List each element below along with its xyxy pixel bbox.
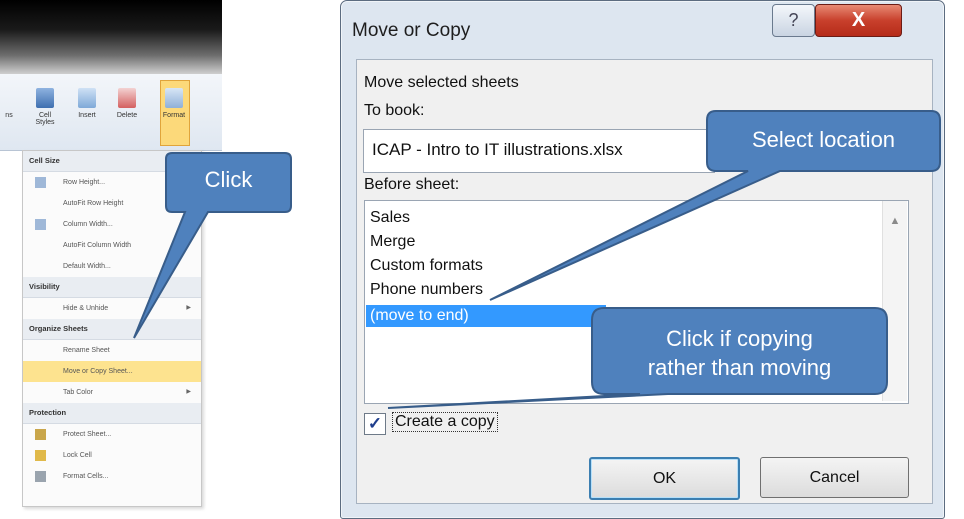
- partial-icon: [0, 88, 18, 108]
- format-menu: Cell Size Row Height... AutoFit Row Heig…: [22, 150, 202, 507]
- row-height-icon: [35, 177, 46, 188]
- scroll-up-arrow-icon[interactable]: ▲: [883, 215, 907, 227]
- lock-icon: [35, 450, 46, 461]
- sheet-list-item[interactable]: Phone numbers: [370, 279, 483, 301]
- format-button[interactable]: Format: [159, 88, 189, 119]
- menu-item-lock-cell[interactable]: Lock Cell: [23, 445, 201, 466]
- ribbon-blur-strip: [0, 0, 222, 74]
- menu-item-autofit-row[interactable]: AutoFit Row Height: [23, 193, 201, 214]
- ribbon: ns Cell Styles Insert Delete Format: [0, 74, 222, 151]
- menu-item-autofit-column[interactable]: AutoFit Column Width: [23, 235, 201, 256]
- sheet-list-item[interactable]: Merge: [370, 231, 415, 253]
- menu-item-tab-color[interactable]: Tab Color ▶: [23, 382, 201, 403]
- to-book-label: To book:: [364, 102, 425, 119]
- callout-copy-line1: Click if copying: [666, 326, 813, 351]
- cell-styles-button[interactable]: Cell Styles: [30, 88, 60, 126]
- callout-select-location-text: Select location: [751, 127, 896, 152]
- column-width-icon: [35, 219, 46, 230]
- create-copy-checkbox[interactable]: ✓: [364, 413, 386, 435]
- submenu-arrow-icon: ▶: [186, 305, 191, 311]
- sheet-list-item[interactable]: Sales: [370, 207, 410, 229]
- section-protection: Protection: [23, 403, 201, 424]
- ok-button[interactable]: OK: [589, 457, 740, 500]
- before-sheet-label: Before sheet:: [364, 176, 460, 193]
- protect-sheet-icon: [35, 429, 46, 440]
- ribbon-button-partial[interactable]: ns: [0, 88, 24, 119]
- callout-copy-text: Click if copying rather than moving: [592, 325, 887, 382]
- section-visibility: Visibility: [23, 277, 201, 298]
- cell-styles-icon: [36, 88, 54, 108]
- menu-item-hide-unhide[interactable]: Hide & Unhide ▶: [23, 298, 201, 319]
- menu-item-rename-sheet[interactable]: Rename Sheet: [23, 340, 201, 361]
- menu-item-move-copy-sheet[interactable]: Move or Copy Sheet...: [23, 361, 201, 382]
- format-cells-icon: [35, 471, 46, 482]
- menu-item-format-cells[interactable]: Format Cells...: [23, 466, 201, 487]
- submenu-arrow-icon: ▶: [186, 389, 191, 395]
- callout-copy-line2: rather than moving: [647, 354, 832, 380]
- cancel-button[interactable]: Cancel: [760, 457, 909, 498]
- section-organize-sheets: Organize Sheets: [23, 319, 201, 340]
- create-copy-label[interactable]: Create a copy: [392, 412, 498, 432]
- delete-button[interactable]: Delete: [112, 88, 142, 119]
- format-icon: [165, 88, 183, 108]
- insert-icon: [78, 88, 96, 108]
- sheet-list-item-selected[interactable]: (move to end): [366, 305, 606, 327]
- menu-item-column-width[interactable]: Column Width...: [23, 214, 201, 235]
- callout-click-text: Click: [204, 167, 253, 192]
- insert-button[interactable]: Insert: [72, 88, 102, 119]
- dialog-title: Move or Copy: [352, 20, 471, 41]
- move-selected-label: Move selected sheets: [364, 74, 519, 91]
- menu-item-protect-sheet[interactable]: Protect Sheet...: [23, 424, 201, 445]
- sheet-list-item[interactable]: Custom formats: [370, 255, 483, 277]
- help-button[interactable]: ?: [772, 4, 815, 37]
- menu-item-default-width[interactable]: Default Width...: [23, 256, 201, 277]
- close-button[interactable]: X: [815, 4, 902, 37]
- delete-icon: [118, 88, 136, 108]
- to-book-value: ICAP - Intro to IT illustrations.xlsx: [372, 140, 623, 159]
